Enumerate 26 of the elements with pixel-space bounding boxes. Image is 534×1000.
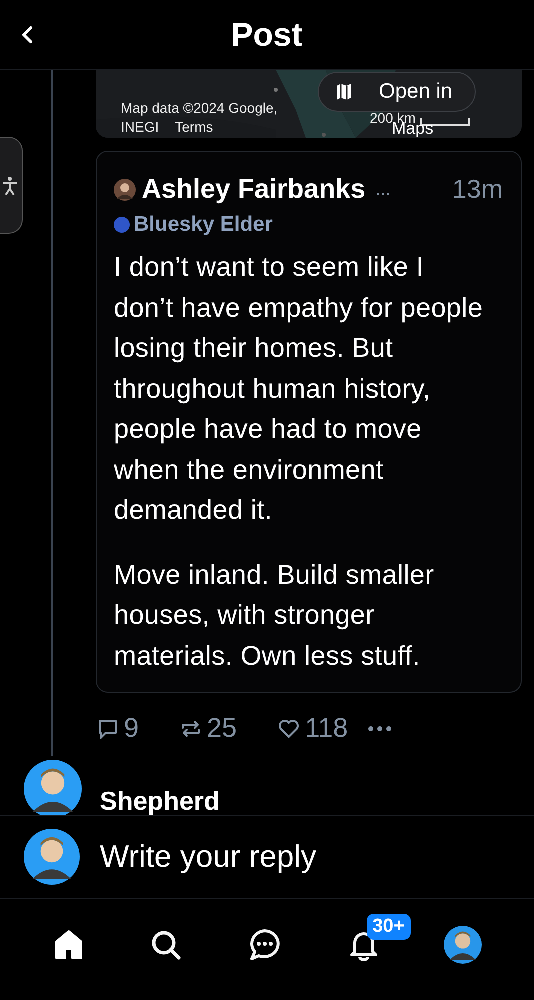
terms-link[interactable]: Terms bbox=[175, 118, 214, 137]
author-name[interactable]: Ashley Fairbanks bbox=[142, 174, 366, 205]
map-attribution: Map data ©2024 Google, bbox=[121, 100, 278, 116]
map-attribution: INEGI bbox=[121, 118, 160, 137]
like-button[interactable]: 118 bbox=[277, 713, 348, 744]
reply-field[interactable]: Write your reply bbox=[98, 838, 534, 876]
page-title: Post bbox=[231, 16, 303, 54]
map-icon bbox=[335, 83, 353, 101]
more-button[interactable] bbox=[368, 726, 392, 732]
label-text: Bluesky Elder bbox=[134, 213, 273, 237]
open-in-maps-button[interactable]: Open in bbox=[318, 72, 476, 112]
post-text: Move inland. Build smaller houses, with stronger materials. Own less stuff. bbox=[114, 558, 436, 672]
accessibility-icon bbox=[2, 176, 18, 196]
repost-button[interactable]: 25 bbox=[179, 713, 238, 744]
user-avatar bbox=[24, 760, 82, 815]
user-avatar bbox=[24, 829, 80, 885]
notification-badge: 30+ bbox=[366, 914, 411, 940]
post-time: 13m bbox=[452, 174, 503, 205]
post-text: I don’t want to seem like I don’t have empathy for people losing their homes. But throughout human history, people have had to move when the environment demanded it. bbox=[114, 251, 484, 527]
quote-card[interactable] bbox=[96, 151, 522, 693]
accessibility-tab[interactable] bbox=[0, 137, 23, 234]
reply-button[interactable]: 9 bbox=[96, 713, 140, 744]
more-icon bbox=[368, 726, 392, 732]
ellipsis: ... bbox=[376, 179, 391, 200]
profile-avatar bbox=[444, 926, 482, 964]
author-avatar bbox=[114, 178, 136, 200]
